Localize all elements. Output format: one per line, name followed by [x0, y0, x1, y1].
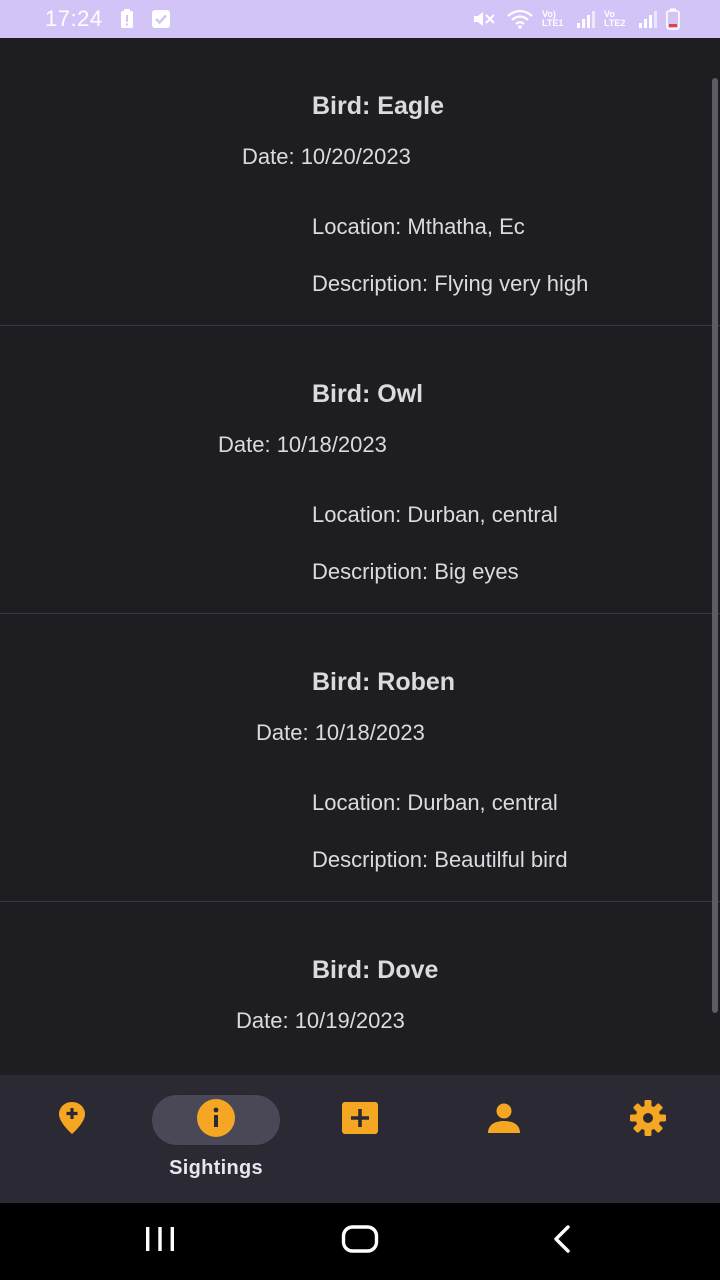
sighting-card[interactable]: Bird: Owl Date: 10/18/2023 Location: Dur… — [0, 326, 720, 614]
back-icon — [550, 1224, 574, 1259]
home-icon — [341, 1224, 379, 1259]
status-time: 17:24 — [45, 6, 103, 31]
wifi-icon — [506, 8, 534, 30]
sighting-description: Description: Beautilful bird — [312, 847, 568, 872]
bird-name: Bird: Dove — [312, 956, 439, 984]
nav-item-add-location[interactable] — [42, 1075, 102, 1203]
sighting-date: Date: 10/19/2023 — [236, 1008, 405, 1033]
nav-item-add[interactable] — [330, 1075, 390, 1203]
bottom-navigation: Sightings — [0, 1075, 720, 1203]
back-button[interactable] — [532, 1203, 592, 1280]
info-icon — [196, 1098, 236, 1143]
sighting-date: Date: 10/18/2023 — [256, 720, 425, 745]
nav-item-sightings[interactable]: Sightings — [152, 1075, 280, 1203]
scrollbar[interactable] — [712, 78, 718, 1013]
sighting-location: Location: Durban, central — [312, 790, 558, 815]
bird-name: Bird: Eagle — [312, 92, 444, 120]
mute-icon — [472, 9, 498, 29]
add-location-icon — [56, 1100, 88, 1141]
nav-icon-wrap — [618, 1095, 678, 1145]
bird-name: Bird: Roben — [312, 668, 456, 696]
nav-icon-wrap — [42, 1095, 102, 1145]
nav-icon-wrap — [330, 1095, 390, 1145]
sighting-card[interactable]: Bird: Eagle Date: 10/20/2023 Location: M… — [0, 38, 720, 326]
home-button[interactable] — [330, 1203, 390, 1280]
recent-apps-button[interactable] — [130, 1203, 190, 1280]
nav-item-profile[interactable] — [474, 1075, 534, 1203]
system-navigation-bar — [0, 1203, 720, 1280]
network-1-label: Vo) LTE1 — [542, 9, 564, 28]
recent-apps-icon — [143, 1225, 177, 1258]
sightings-list[interactable]: Bird: Eagle Date: 10/20/2023 Location: M… — [0, 38, 720, 1075]
nav-icon-wrap — [474, 1095, 534, 1145]
sighting-location: Location: Durban, central — [312, 502, 558, 527]
battery-alert-icon — [119, 9, 135, 29]
sighting-card[interactable]: Bird: Dove Date: 10/19/2023 — [0, 902, 720, 1075]
bird-name: Bird: Owl — [312, 380, 424, 408]
status-left: 17:24 — [45, 6, 171, 32]
status-right: Vo) LTE1 Vo LTE2 — [472, 8, 680, 30]
signal-1-icon — [576, 10, 596, 28]
sighting-location: Location: Mthatha, Ec — [312, 214, 525, 239]
sighting-description: Description: Big eyes — [312, 559, 519, 584]
signal-2-icon — [638, 10, 658, 28]
sighting-description: Description: Flying very high — [312, 271, 589, 296]
status-bar: 17:24 Vo) LTE1 Vo LTE2 — [0, 0, 720, 38]
battery-low-icon — [666, 8, 680, 30]
nav-label-sightings: Sightings — [169, 1157, 263, 1179]
nav-item-settings[interactable] — [618, 1075, 678, 1203]
settings-icon — [628, 1098, 668, 1143]
nav-active-indicator — [152, 1095, 280, 1145]
person-icon — [486, 1102, 522, 1139]
sighting-date: Date: 10/20/2023 — [242, 144, 411, 169]
sighting-date: Date: 10/18/2023 — [218, 432, 387, 457]
sighting-card[interactable]: Bird: Roben Date: 10/18/2023 Location: D… — [0, 614, 720, 902]
add-box-icon — [341, 1101, 379, 1140]
network-2-label: Vo LTE2 — [604, 9, 626, 28]
checkbox-notification-icon — [151, 9, 171, 29]
